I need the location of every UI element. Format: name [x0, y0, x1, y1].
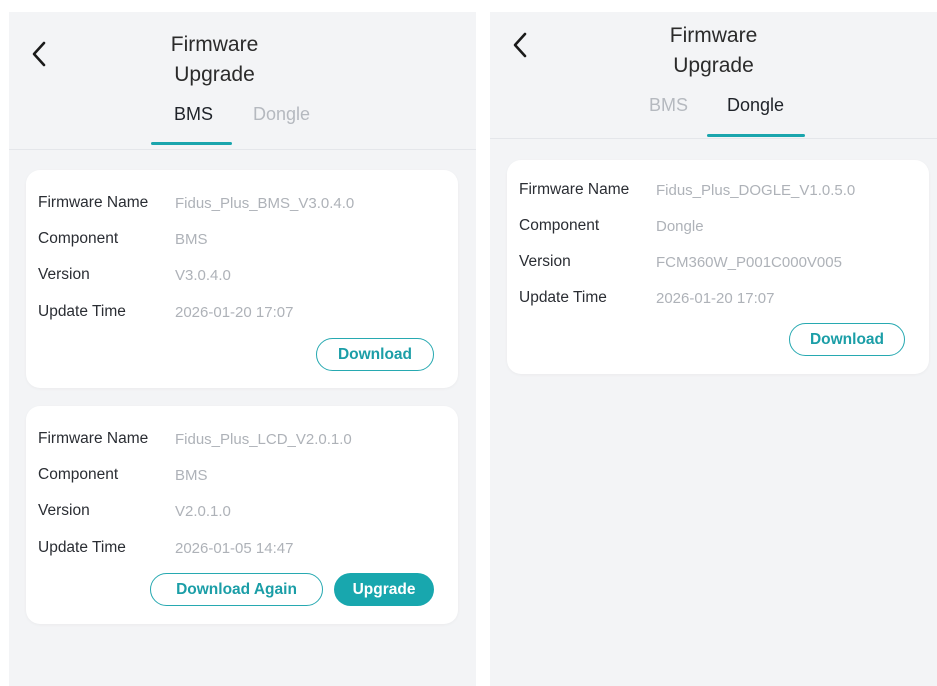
active-tab-indicator [151, 142, 232, 145]
field-label: Firmware Name [519, 181, 630, 198]
field-label: Update Time [38, 539, 126, 556]
upgrade-button[interactable]: Upgrade [334, 573, 434, 606]
version-value: V3.0.4.0 [175, 267, 231, 284]
tab-dongle[interactable]: Dongle [253, 104, 310, 125]
download-again-button[interactable]: Download Again [150, 573, 323, 606]
page-title-line2: Upgrade [174, 63, 255, 86]
page-title-line1: Firmware [170, 33, 259, 56]
firmware-name-value: Fidus_Plus_LCD_V2.0.1.0 [175, 431, 352, 448]
tab-bms[interactable]: BMS [174, 104, 213, 125]
firmware-name-value: Fidus_Plus_BMS_V3.0.4.0 [175, 195, 355, 212]
page-title-line1: Firmware [669, 24, 758, 47]
tab-bms[interactable]: BMS [649, 95, 688, 116]
firmware-card: Firmware Name Fidus_Plus_LCD_V2.0.1.0 Com… [26, 406, 458, 624]
field-label: Version [38, 502, 90, 519]
back-button[interactable] [512, 32, 528, 58]
page-title-line2: Upgrade [673, 54, 754, 77]
component-value: Dongle [656, 218, 704, 235]
field-label: Firmware Name [38, 194, 149, 211]
tab-dongle[interactable]: Dongle [727, 95, 784, 116]
download-button[interactable]: Download [789, 323, 905, 356]
field-label: Version [519, 253, 571, 270]
field-label: Firmware Name [38, 430, 149, 447]
header: Firmware Upgrade BMS Dongle [490, 12, 937, 139]
update-time-value: 2026-01-05 14:47 [175, 540, 294, 557]
firmware-card: Firmware Name Fidus_Plus_BMS_V3.0.4.0 Com… [26, 170, 458, 388]
header: Firmware Upgrade BMS Dongle [9, 12, 476, 150]
chevron-left-icon [32, 41, 46, 67]
field-label: Component [38, 466, 119, 483]
back-button[interactable] [31, 41, 47, 67]
bms-firmware-screen: Firmware Upgrade BMS Dongle Firmware Nam… [9, 12, 476, 686]
component-value: BMS [175, 467, 208, 484]
field-label: Version [38, 266, 90, 283]
update-time-value: 2026-01-20 17:07 [175, 304, 294, 321]
version-value: FCM360W_P001C000V005 [656, 254, 842, 271]
page-title: Firmware Upgrade [530, 21, 897, 81]
field-label: Update Time [38, 303, 126, 320]
firmware-name-value: Fidus_Plus_DOGLE_V1.0.5.0 [656, 182, 856, 199]
dongle-firmware-screen: Firmware Upgrade BMS Dongle Firmware Nam… [490, 12, 937, 686]
firmware-card: Firmware Name Fidus_Plus_DOGLE_V1.0.5.0 C… [507, 160, 929, 374]
update-time-value: 2026-01-20 17:07 [656, 290, 775, 307]
component-value: BMS [175, 231, 208, 248]
page-title: Firmware Upgrade [49, 30, 380, 90]
chevron-left-icon [513, 32, 527, 58]
download-button[interactable]: Download [316, 338, 434, 371]
active-tab-indicator [707, 134, 805, 137]
field-label: Component [519, 217, 600, 234]
field-label: Update Time [519, 289, 607, 306]
field-label: Component [38, 230, 119, 247]
version-value: V2.0.1.0 [175, 503, 231, 520]
